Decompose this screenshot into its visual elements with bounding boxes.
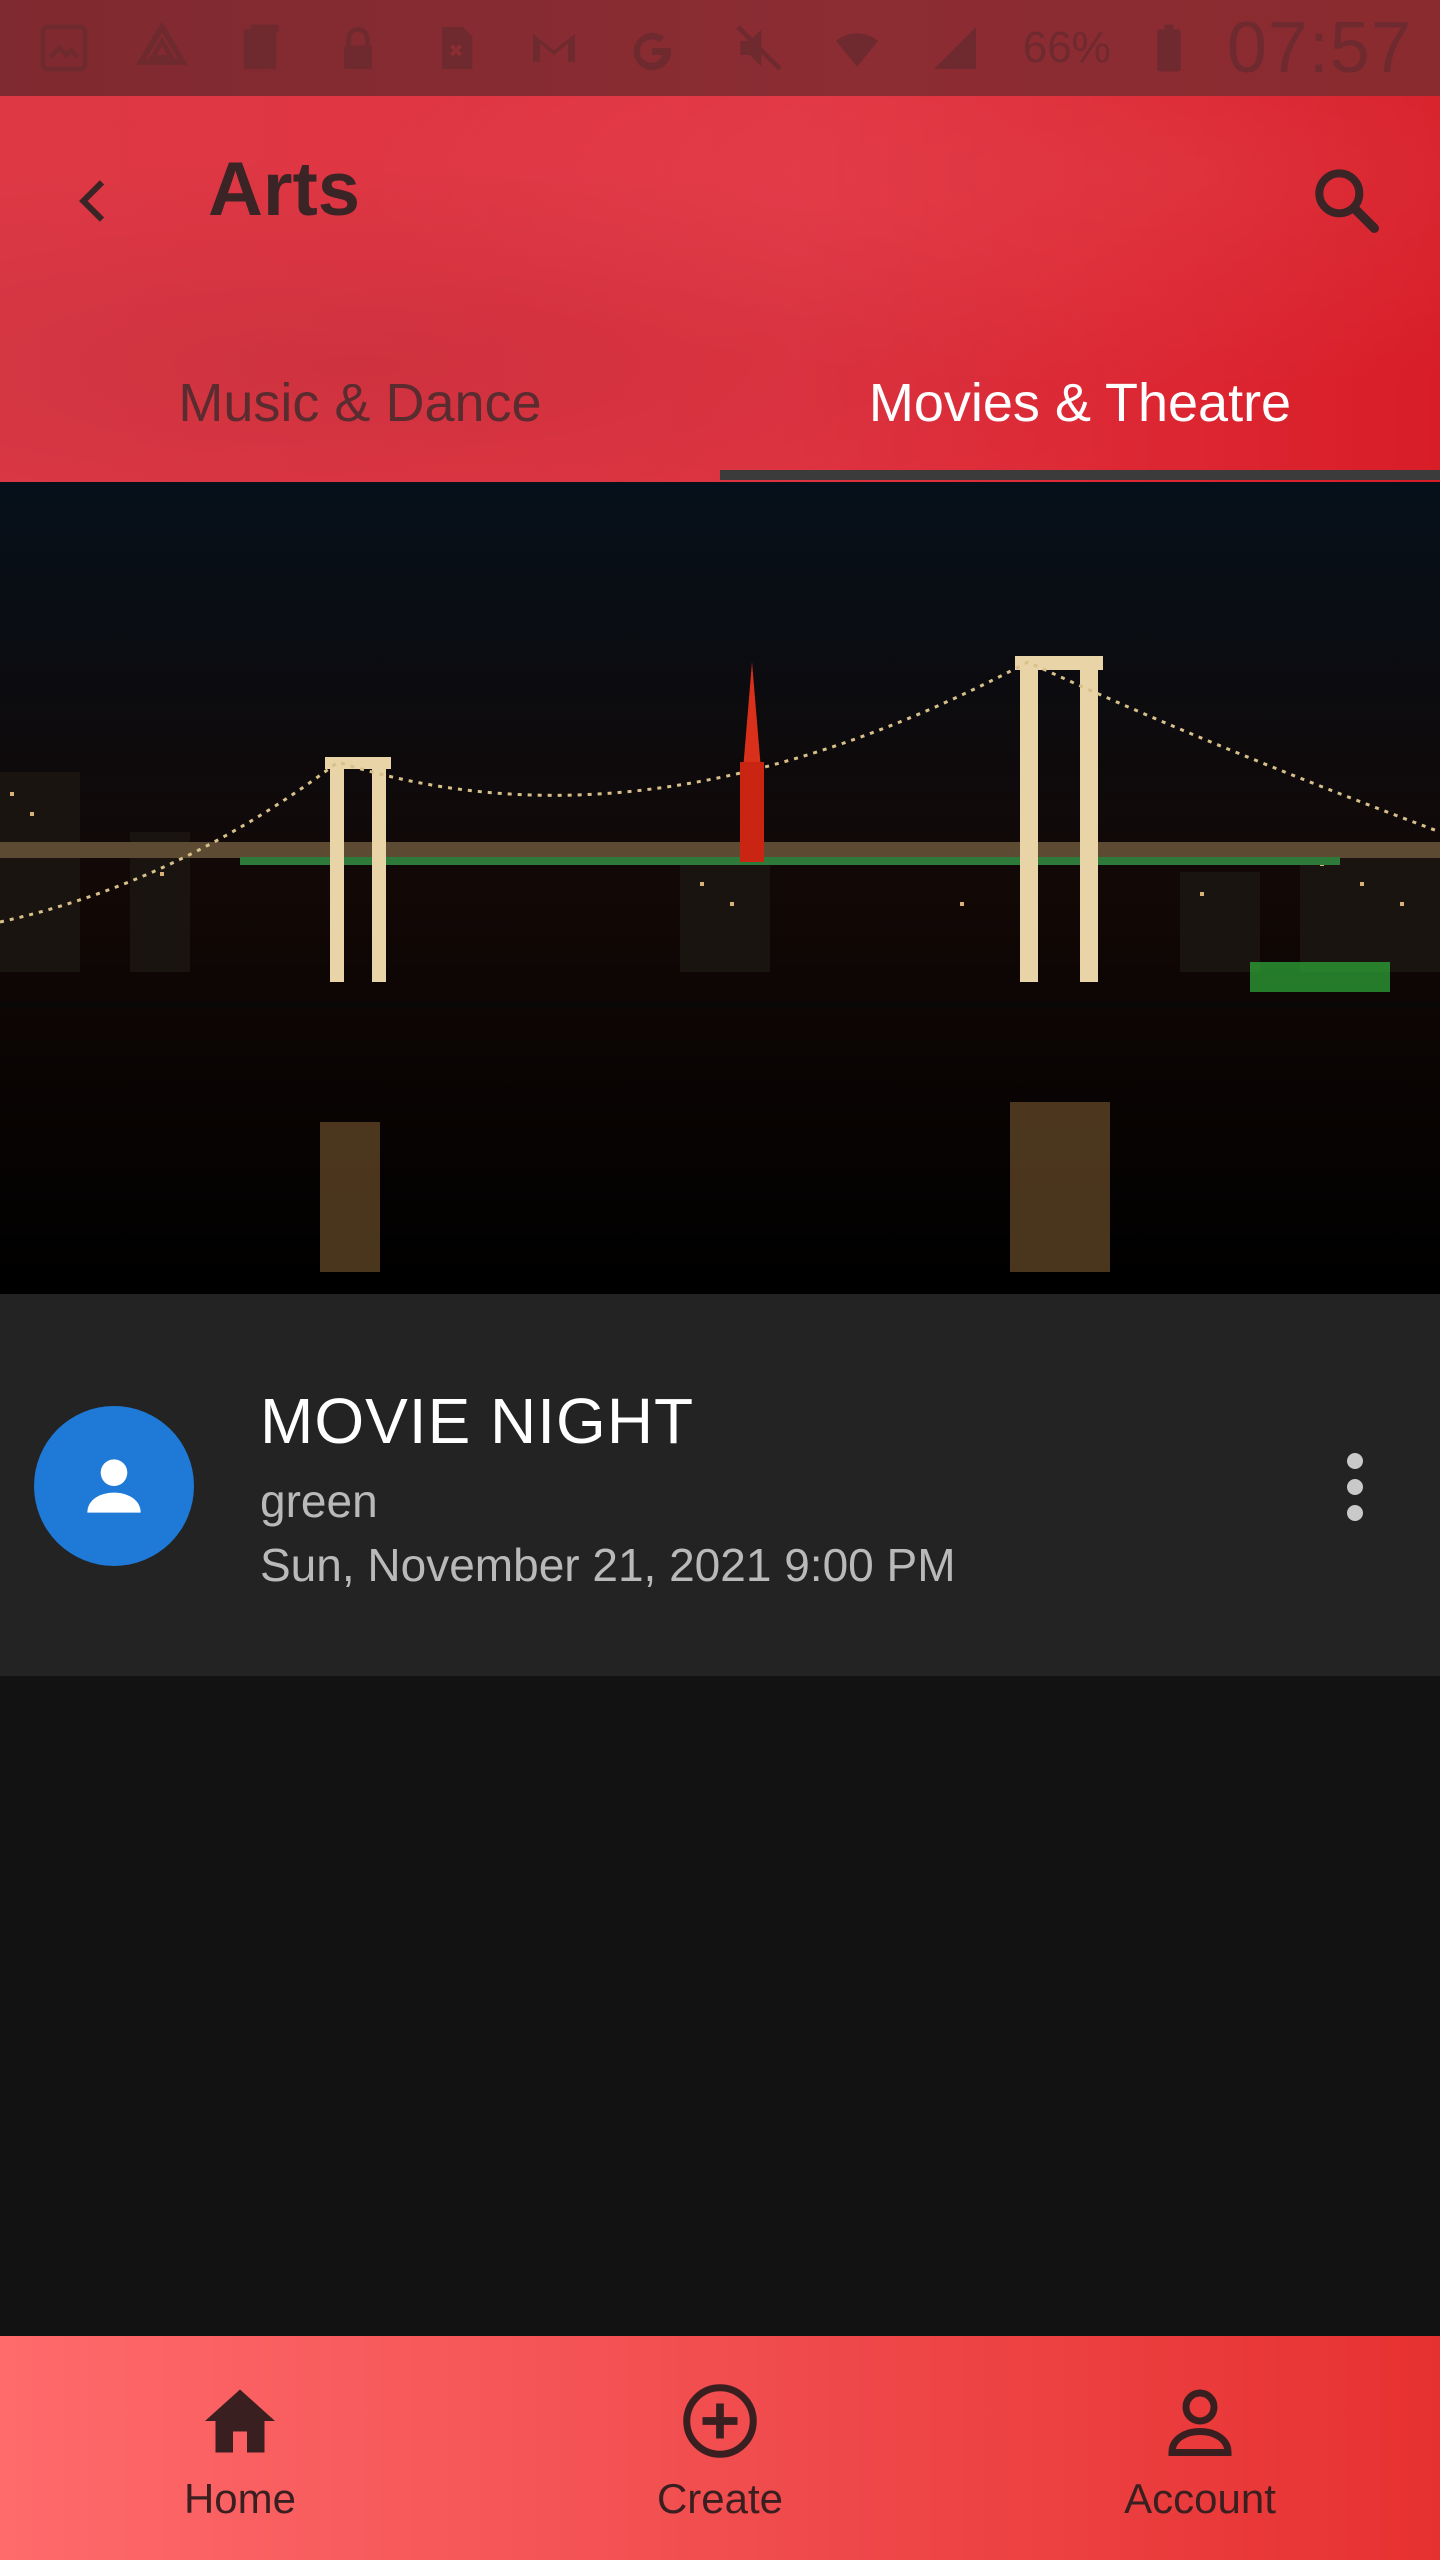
- status-time: 07:57: [1226, 8, 1412, 88]
- add-circle-icon: [672, 2373, 768, 2469]
- active-tab-indicator: [720, 470, 1440, 480]
- event-datetime: Sun, November 21, 2021 9:00 PM: [260, 1539, 956, 1591]
- app-bar: Arts Music & Dance Movies & Theatre: [0, 96, 1440, 482]
- tab-movies-theatre[interactable]: Movies & Theatre: [720, 336, 1440, 482]
- event-cover-image[interactable]: [0, 482, 1440, 1294]
- drive-icon: [132, 18, 192, 78]
- person-icon: [87, 1459, 141, 1513]
- signal-icon: [925, 18, 985, 78]
- home-icon: [192, 2373, 288, 2469]
- night-bridge-image: [0, 482, 1440, 1294]
- battery-percent: 66%: [1022, 23, 1111, 72]
- event-card[interactable]: MOVIE NIGHT green Sun, November 21, 2021…: [0, 1294, 1440, 1676]
- tab-music-dance[interactable]: Music & Dance: [0, 336, 720, 482]
- event-title: MOVIE NIGHT: [260, 1385, 695, 1457]
- bottom-navigation: Home Create Account: [0, 2336, 1440, 2560]
- nav-home-label: Home: [183, 2475, 297, 2522]
- nav-account[interactable]: Account: [960, 2336, 1440, 2560]
- event-organizer: green: [260, 1475, 378, 1527]
- nav-account-label: Account: [1124, 2475, 1276, 2522]
- copy-icon: [230, 18, 290, 78]
- tab-bar: Music & Dance Movies & Theatre: [0, 336, 1440, 482]
- more-vert-icon: [1347, 1453, 1363, 1469]
- status-icons-left: [34, 18, 682, 78]
- gmail-icon: [524, 18, 584, 78]
- more-vert-dot: [1347, 1505, 1363, 1521]
- search-button[interactable]: [1298, 152, 1394, 248]
- search-icon: [1315, 169, 1379, 233]
- lock-icon: [328, 18, 388, 78]
- photo-icon: [34, 18, 94, 78]
- battery-icon: [1149, 18, 1189, 78]
- page-title: Arts: [208, 147, 361, 232]
- google-icon: [622, 18, 682, 78]
- more-options-button[interactable]: [1320, 1442, 1390, 1532]
- sd-card-icon: [426, 18, 486, 78]
- nav-create[interactable]: Create: [480, 2336, 960, 2560]
- back-button[interactable]: [52, 158, 138, 244]
- wifi-icon: [827, 18, 887, 78]
- chevron-left-icon: [79, 180, 105, 222]
- account-icon: [1152, 2373, 1248, 2469]
- status-icons-right: 66% 07:57: [729, 7, 1412, 89]
- more-vert-dot: [1347, 1479, 1363, 1495]
- mute-icon: [729, 18, 789, 78]
- status-bar: 66% 07:57: [0, 0, 1440, 96]
- nav-home[interactable]: Home: [0, 2336, 480, 2560]
- avatar: [34, 1406, 194, 1566]
- nav-create-label: Create: [656, 2475, 784, 2522]
